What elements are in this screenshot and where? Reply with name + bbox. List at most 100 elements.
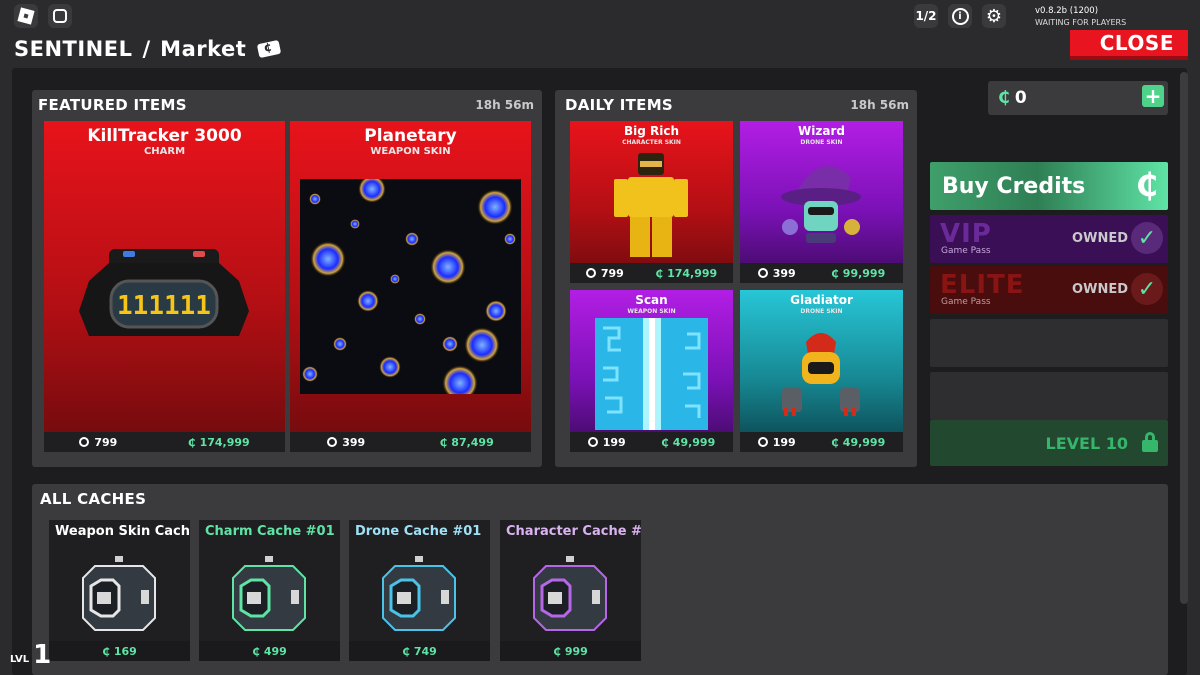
- ticket-value: 199: [772, 435, 796, 449]
- cache-price-value: 499: [263, 644, 287, 658]
- killtracker-image: 111111: [79, 249, 249, 336]
- ticket-icon: [79, 437, 90, 447]
- page-name: Market: [160, 37, 247, 61]
- credit-icon: ₵: [553, 644, 561, 658]
- item-price-bar: 799 ₵ 174,999: [44, 432, 285, 452]
- buy-credits-button[interactable]: Buy Credits ₵: [930, 162, 1168, 210]
- market-ticket-icon: [257, 39, 282, 59]
- page-title: SENTINEL / Market: [14, 34, 282, 64]
- elite-sub: Game Pass: [941, 297, 991, 307]
- ticket-icon: [757, 437, 768, 447]
- top-bar: 1/2 i ⚙ v0.8.2b (1200) WAITING FOR PLAYE…: [0, 0, 1200, 34]
- item-type: WEAPON SKIN: [627, 308, 676, 315]
- chat-icon[interactable]: [48, 4, 72, 28]
- item-name: Gladiator: [790, 293, 853, 307]
- credit-value: 87,499: [451, 435, 494, 449]
- ticket-price: 199: [587, 436, 626, 449]
- item-name: Scan: [635, 293, 668, 307]
- scan-skin-image: [595, 318, 708, 430]
- cache-price-value: 999: [564, 644, 588, 658]
- vip-owned-status: OWNED: [1072, 231, 1128, 246]
- ticket-icon: [587, 437, 598, 447]
- owned-check-icon: ✓: [1131, 273, 1163, 305]
- big-rich-skin-image: [614, 153, 688, 257]
- ticket-value: 399: [342, 435, 366, 449]
- game-name: SENTINEL: [14, 37, 133, 61]
- credit-icon: ₵: [439, 435, 448, 449]
- cache-box-icon: [232, 556, 306, 631]
- vip-gamepass-row[interactable]: VIP Game Pass OWNED ✓: [930, 215, 1168, 263]
- roblox-menu-icon[interactable]: [14, 4, 38, 28]
- item-type: CHARM: [143, 146, 186, 157]
- level-lock-label: LEVEL 10: [1045, 433, 1128, 453]
- daily-item-card[interactable]: Big Rich CHARACTER SKIN 799 ₵ 174,999: [570, 121, 733, 283]
- ticket-value: 399: [772, 266, 796, 280]
- cache-card[interactable]: Character Cache #01 ₵999: [500, 520, 641, 661]
- info-icon[interactable]: i: [948, 4, 972, 28]
- credit-icon: ₵: [655, 266, 664, 280]
- credit-value: 174,999: [667, 266, 718, 280]
- caches-title: ALL CACHES: [40, 490, 147, 508]
- featured-timer: 18h 56m: [475, 98, 534, 112]
- cache-name: Character Cache #01: [506, 524, 641, 539]
- info-glyph: i: [951, 7, 969, 25]
- item-name: Wizard: [798, 124, 845, 138]
- item-price-bar: 199 ₵ 49,999: [740, 432, 903, 452]
- leaderboard-button[interactable]: 1/2: [914, 4, 938, 28]
- owned-check-icon: ✓: [1131, 222, 1163, 254]
- lock-icon: [1142, 432, 1158, 452]
- credit-price: ₵ 49,999: [831, 436, 885, 449]
- settings-gear-icon[interactable]: ⚙: [982, 4, 1006, 28]
- item-name: Big Rich: [623, 124, 680, 138]
- close-button[interactable]: CLOSE: [1070, 30, 1188, 60]
- item-type: CHARACTER SKIN: [622, 139, 681, 146]
- daily-item-card[interactable]: Gladiator DRONE SKIN 199 ₵ 49,999: [740, 290, 903, 452]
- ticket-value: 799: [94, 435, 118, 449]
- featured-item-card[interactable]: KillTracker 3000 CHARM 111111 799 ₵ 174,9…: [44, 121, 285, 452]
- featured-item-card[interactable]: Planetary WEAPON SKIN 399 ₵ 87,499: [290, 121, 531, 452]
- item-price-bar: 399 ₵ 99,999: [740, 263, 903, 283]
- credit-icon: ₵: [831, 435, 839, 449]
- item-price-bar: 399 ₵ 87,499: [290, 432, 531, 452]
- cache-card[interactable]: Drone Cache #01 ₵ 749: [349, 520, 490, 661]
- credit-price: ₵ 87,499: [440, 436, 494, 449]
- cache-price: ₵ 499: [199, 641, 340, 661]
- credit-icon: ₵: [1135, 166, 1158, 204]
- vip-sub: Game Pass: [941, 246, 991, 256]
- cache-price: ₵ 999: [500, 641, 641, 661]
- credit-value: 174,999: [199, 435, 250, 449]
- level-locked-row: LEVEL 10: [930, 420, 1168, 466]
- item-type: DRONE SKIN: [800, 139, 843, 146]
- elite-gamepass-row[interactable]: ELITE Game Pass OWNED ✓: [930, 266, 1168, 314]
- cache-card[interactable]: Weapon Skin Cache ₵ 169: [49, 520, 190, 661]
- credit-icon: ₵: [661, 435, 669, 449]
- credit-icon: ₵: [831, 266, 839, 280]
- daily-item-card[interactable]: Wizard DRONE SKIN 399 ₵ 99,999: [740, 121, 903, 283]
- credits-value: 0: [1014, 88, 1027, 108]
- planetary-skin-image: [300, 179, 521, 394]
- item-type: DRONE SKIN: [800, 308, 843, 315]
- item-name: Planetary: [364, 126, 457, 146]
- daily-item-card[interactable]: Scan WEAPON SKIN 199 ₵ 49,999: [570, 290, 733, 452]
- player-level: LVL 1: [10, 642, 51, 668]
- vip-label: VIP: [940, 219, 992, 249]
- buy-credits-label: Buy Credits: [942, 173, 1086, 199]
- ticket-value: 799: [600, 266, 624, 280]
- ticket-price: 399: [757, 266, 796, 280]
- server-status: WAITING FOR PLAYERS: [1035, 18, 1127, 27]
- add-credits-button[interactable]: +: [1142, 84, 1164, 108]
- cache-card[interactable]: Charm Cache #01 ₵ 499: [199, 520, 340, 661]
- credit-price: ₵ 174,999: [655, 267, 717, 280]
- wizard-drone-image: [781, 166, 861, 243]
- ticket-price: 199: [757, 435, 796, 449]
- elite-label: ELITE: [940, 270, 1025, 300]
- credit-icon: ₵: [102, 644, 110, 658]
- credit-icon: ₵: [187, 435, 196, 449]
- version-info: v0.8.2b (1200) WAITING FOR PLAYERS: [1035, 6, 1126, 28]
- item-price-bar: 799 ₵ 174,999: [570, 263, 733, 283]
- cache-price: ₵ 169: [49, 641, 190, 661]
- scrollbar[interactable]: [1180, 72, 1188, 604]
- cache-box-icon: [382, 556, 456, 631]
- credit-price: ₵ 174,999: [188, 436, 250, 449]
- empty-slot: [930, 319, 1168, 367]
